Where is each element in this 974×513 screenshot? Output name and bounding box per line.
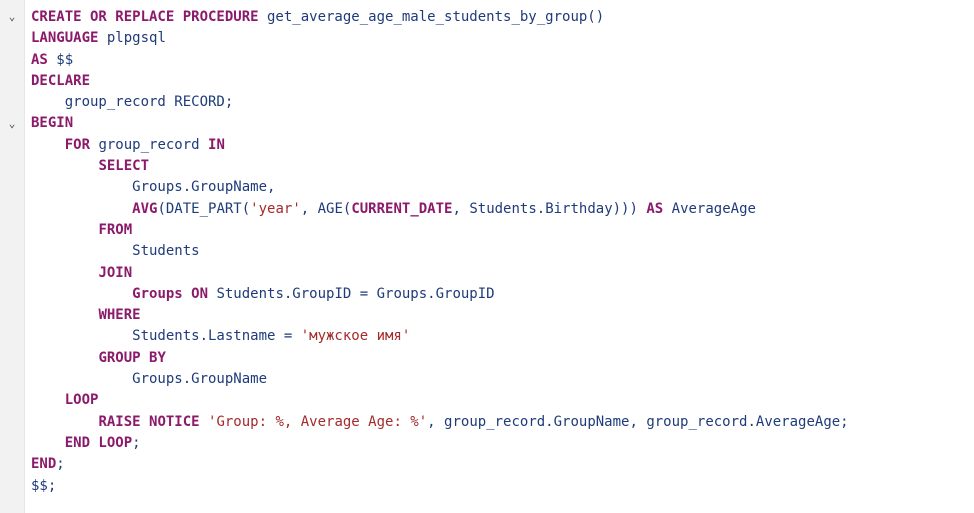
sql-string: 'мужское имя' xyxy=(300,328,411,345)
sql-keyword: GROUP BY xyxy=(98,349,166,366)
sql-keyword: END xyxy=(31,456,57,473)
sql-identifier: $$; xyxy=(31,477,57,494)
sql-identifier: , Students.Birthday))) xyxy=(452,200,647,217)
sql-identifier: Groups.GroupName xyxy=(31,371,268,388)
sql-identifier xyxy=(31,392,65,408)
sql-identifier: Students.Lastname = xyxy=(31,328,301,345)
code-editor[interactable]: ⌄ ⌄ CREATE OR REPLACE PROCEDURE get_aver… xyxy=(0,0,974,513)
sql-identifier: ; xyxy=(132,434,141,451)
sql-identifier: , group_record.GroupName, group_record.A… xyxy=(427,413,849,430)
editor-gutter: ⌄ ⌄ xyxy=(0,0,25,513)
code-line: LOOP xyxy=(31,390,974,411)
sql-keyword: LANGUAGE xyxy=(31,30,99,47)
sql-identifier xyxy=(31,350,98,366)
sql-keyword: RAISE NOTICE xyxy=(98,413,200,430)
fold-chevron-down-icon[interactable]: ⌄ xyxy=(6,118,18,130)
sql-keyword: AVG xyxy=(132,200,158,217)
sql-keyword: IN xyxy=(208,136,225,153)
sql-keyword: Groups ON xyxy=(132,285,209,302)
code-line: AS $$ xyxy=(31,50,974,71)
sql-identifier xyxy=(31,307,98,323)
fold-chevron-down-icon[interactable]: ⌄ xyxy=(6,11,18,23)
code-line: GROUP BY xyxy=(31,348,974,369)
sql-identifier xyxy=(31,201,132,217)
sql-keyword: SELECT xyxy=(98,158,150,175)
sql-identifier xyxy=(31,435,65,451)
code-line: Students xyxy=(31,241,974,262)
code-line: Groups.GroupName xyxy=(31,369,974,390)
code-line: RAISE NOTICE 'Group: %, Average Age: %',… xyxy=(31,412,974,433)
code-line: Students.Lastname = 'мужское имя' xyxy=(31,326,974,347)
code-area[interactable]: CREATE OR REPLACE PROCEDURE get_average_… xyxy=(31,7,974,497)
sql-string: 'Group: %, Average Age: %' xyxy=(199,413,428,430)
sql-keyword: FOR xyxy=(64,136,91,153)
code-line: Groups.GroupName, xyxy=(31,177,974,198)
sql-identifier: (DATE_PART( xyxy=(157,200,251,217)
code-line: END; xyxy=(31,454,974,475)
sql-identifier: Students.GroupID = Groups.GroupID xyxy=(208,285,495,302)
code-line: JOIN xyxy=(31,263,974,284)
code-line: Groups ON Students.GroupID = Groups.Grou… xyxy=(31,284,974,305)
sql-keyword: END LOOP xyxy=(64,434,133,451)
code-line: SELECT xyxy=(31,156,974,177)
sql-keyword: FROM xyxy=(98,221,133,238)
code-line: group_record RECORD; xyxy=(31,92,974,113)
code-line: CREATE OR REPLACE PROCEDURE get_average_… xyxy=(31,7,974,28)
sql-keyword: DECLARE xyxy=(31,72,91,89)
sql-identifier xyxy=(31,286,132,302)
sql-keyword: LOOP xyxy=(64,392,99,409)
sql-identifier xyxy=(31,414,98,430)
sql-identifier: plpgsql xyxy=(98,30,166,47)
code-line: AVG(DATE_PART('year', AGE(CURRENT_DATE, … xyxy=(31,199,974,220)
sql-identifier: group_record xyxy=(90,136,209,153)
sql-keyword: CREATE OR REPLACE PROCEDURE xyxy=(31,9,259,25)
sql-identifier: ; xyxy=(56,456,65,473)
code-line: LANGUAGE plpgsql xyxy=(31,28,974,49)
sql-identifier xyxy=(31,137,65,153)
code-line: BEGIN xyxy=(31,113,974,134)
sql-keyword: CURRENT_DATE xyxy=(351,200,453,217)
code-line: FOR group_record IN xyxy=(31,135,974,156)
sql-identifier: Students xyxy=(31,243,200,260)
sql-keyword: JOIN xyxy=(98,264,133,281)
sql-identifier: group_record RECORD; xyxy=(31,94,234,111)
sql-keyword: WHERE xyxy=(98,307,141,324)
sql-identifier xyxy=(31,265,98,281)
code-line: DECLARE xyxy=(31,71,974,92)
sql-identifier xyxy=(31,222,98,238)
sql-identifier: AverageAge xyxy=(663,200,756,217)
sql-keyword: BEGIN xyxy=(31,115,74,132)
sql-identifier xyxy=(31,158,98,174)
sql-identifier: Groups.GroupName, xyxy=(31,179,276,196)
code-line: $$; xyxy=(31,476,974,497)
sql-keyword: AS xyxy=(646,200,664,217)
code-line: END LOOP; xyxy=(31,433,974,454)
code-line: FROM xyxy=(31,220,974,241)
sql-identifier: , AGE( xyxy=(300,200,352,217)
sql-string: 'year' xyxy=(250,200,301,217)
sql-keyword: AS xyxy=(31,51,48,68)
sql-identifier: get_average_age_male_students_by_group() xyxy=(258,9,605,25)
code-line: WHERE xyxy=(31,305,974,326)
sql-identifier: $$ xyxy=(47,51,74,68)
